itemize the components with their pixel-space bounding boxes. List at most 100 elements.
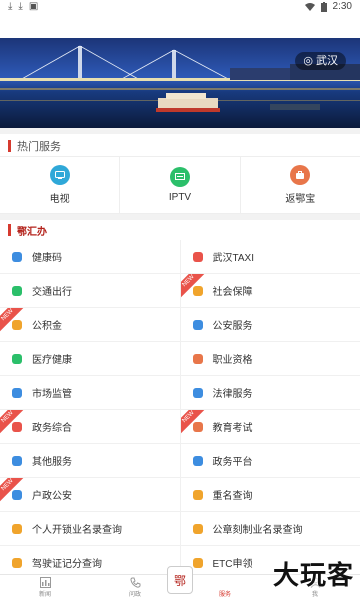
services-row: 政务综合 NEW 教育考试 NEW — [0, 410, 360, 444]
service-label: 政务平台 — [212, 457, 253, 468]
service-item[interactable]: 公章刻制业名录查询 — [181, 512, 360, 545]
service-icon — [192, 285, 203, 296]
iptv-icon — [169, 167, 190, 187]
nav-news[interactable]: 新闻 — [0, 575, 90, 600]
service-item[interactable]: 教育考试 NEW — [180, 410, 360, 443]
service-icon — [12, 251, 22, 262]
services-row: 其他服务 政务平台 — [0, 444, 360, 478]
service-item[interactable]: 健康码 — [0, 240, 181, 273]
services-row: 户政公安 NEW 重名查询 — [0, 478, 360, 512]
center-logo-button[interactable]: 鄂 — [167, 566, 193, 594]
ehuiban-header: 鄂汇办 — [0, 221, 360, 239]
service-label: 教育考试 — [212, 423, 253, 434]
nav-label: 服务 — [218, 592, 231, 598]
city-selector[interactable]: ◎ 武汉 — [295, 52, 346, 70]
services-row: 公积金 NEW 公安服务 — [0, 308, 360, 342]
service-item[interactable]: 法律服务 — [181, 376, 360, 409]
service-item[interactable]: 其他服务 — [0, 444, 181, 477]
image-icon: ▣ — [28, 1, 39, 12]
service-label: 医疗健康 — [32, 355, 72, 366]
battery-icon — [320, 1, 327, 12]
service-item[interactable]: 政务平台 — [181, 444, 360, 477]
service-item[interactable]: 个人开锁业名录查询 — [0, 512, 181, 545]
service-label: 重名查询 — [212, 491, 253, 502]
service-icon — [192, 489, 203, 500]
hot-service-label: IPTV — [168, 192, 192, 203]
hot-services-title: 热门服务 — [17, 141, 61, 153]
banner-image[interactable]: ◎ 武汉 — [0, 38, 360, 128]
services-row: 医疗健康 职业资格 — [0, 342, 360, 376]
service-icon — [192, 455, 203, 466]
service-item[interactable]: 武汉TAXI — [181, 240, 360, 273]
service-item[interactable]: 公积金 NEW — [0, 308, 181, 341]
nav-label: 问政 — [128, 592, 141, 598]
location-pin-icon: ◎ — [303, 55, 313, 67]
service-label: 武汉TAXI — [212, 253, 254, 264]
download-icon: ⤓ — [18, 1, 23, 12]
nav-service[interactable]: 服务 — [180, 575, 270, 600]
service-icon — [12, 489, 22, 500]
service-label: 市场监管 — [32, 389, 72, 400]
hot-service-label: 电视 — [49, 194, 70, 205]
service-icon — [12, 523, 22, 534]
section-marker — [8, 140, 11, 152]
hot-service-tv[interactable]: 电视 — [0, 157, 121, 213]
ehuiban-logo: 鄂汇办 — [17, 226, 47, 238]
service-item[interactable]: 医疗健康 — [0, 342, 181, 375]
service-item[interactable]: 交通出行 — [0, 274, 181, 307]
service-icon — [220, 577, 231, 588]
hot-services-header: 热门服务 — [0, 136, 360, 156]
service-icon — [192, 353, 203, 364]
service-label: 个人开锁业名录查询 — [32, 525, 122, 536]
wifi-icon — [304, 3, 315, 11]
service-label: 职业资格 — [212, 355, 253, 366]
hot-services-row: 电视 IPTV 返鄂宝 — [0, 156, 360, 214]
service-label: 户政公安 — [32, 491, 72, 502]
service-label: 公章刻制业名录查询 — [212, 525, 303, 536]
service-icon — [12, 557, 22, 568]
divider — [0, 128, 360, 134]
divider — [0, 214, 360, 220]
service-icon — [192, 523, 203, 534]
nav-label: 新闻 — [38, 592, 51, 598]
service-item[interactable]: 政务综合 NEW — [0, 410, 181, 443]
service-icon — [192, 251, 203, 262]
phone-icon — [129, 577, 140, 588]
services-row: 交通出行 社会保障 NEW — [0, 274, 360, 308]
service-icon — [12, 285, 22, 296]
services-row: 市场监管 法律服务 — [0, 376, 360, 410]
service-item[interactable]: 社会保障 NEW — [180, 274, 360, 307]
hot-service-label: 返鄂宝 — [285, 194, 316, 205]
service-icon — [192, 319, 203, 330]
travel-icon — [290, 165, 311, 185]
tv-icon — [49, 165, 70, 185]
service-item[interactable]: 公安服务 — [181, 308, 360, 341]
services-row: 个人开锁业名录查询 公章刻制业名录查询 — [0, 512, 360, 546]
service-item[interactable]: 市场监管 — [0, 376, 181, 409]
status-time: 2:30 — [332, 1, 352, 12]
service-icon — [192, 421, 203, 432]
city-name: 武汉 — [316, 55, 338, 67]
service-label: 法律服务 — [212, 389, 253, 400]
service-label: 驾驶证记分查询 — [32, 559, 102, 570]
service-label: 政务综合 — [32, 423, 72, 434]
service-item[interactable]: 职业资格 — [181, 342, 360, 375]
services-row: 健康码 武汉TAXI — [0, 240, 360, 274]
service-icon — [12, 319, 22, 330]
service-icon — [12, 455, 22, 466]
service-icon — [12, 353, 22, 364]
service-item[interactable]: 户政公安 NEW — [0, 478, 181, 511]
news-icon — [39, 577, 51, 588]
service-label: 交通出行 — [32, 287, 72, 298]
service-icon — [192, 387, 203, 398]
hot-service-iptv[interactable]: IPTV — [120, 157, 241, 213]
service-icon — [192, 557, 203, 568]
service-label: ETC申领 — [212, 559, 253, 570]
service-label: 社会保障 — [212, 287, 253, 298]
service-icon — [12, 421, 22, 432]
service-item[interactable]: 重名查询 — [181, 478, 360, 511]
service-label: 公安服务 — [212, 321, 253, 332]
section-marker — [8, 224, 11, 236]
service-icon — [12, 387, 22, 398]
hot-service-fanebao[interactable]: 返鄂宝 — [241, 157, 360, 213]
